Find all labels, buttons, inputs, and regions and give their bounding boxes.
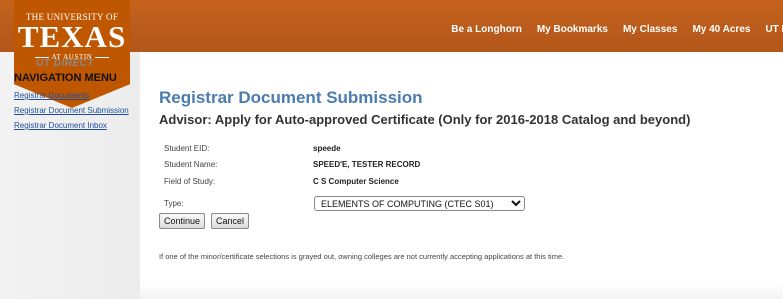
- grayed-out-note: If one of the minor/certificate selectio…: [159, 252, 565, 261]
- student-name-value: SPEED'E, TESTER RECORD: [313, 160, 421, 169]
- navigation-links: Registrar Documents Registrar Document S…: [14, 91, 132, 136]
- field-of-study-label: Field of Study:: [164, 177, 216, 186]
- field-of-study-value: C S Computer Science: [313, 177, 399, 186]
- sidebar-link-registrar-document-inbox[interactable]: Registrar Document Inbox: [14, 121, 132, 130]
- page-title: Registrar Document Submission: [159, 88, 423, 107]
- nav-my-bookmarks[interactable]: My Bookmarks: [537, 24, 608, 40]
- type-select[interactable]: ELEMENTS OF COMPUTING (CTEC S01): [314, 196, 525, 211]
- page-subtitle: Advisor: Apply for Auto-approved Certifi…: [159, 112, 691, 127]
- cancel-button[interactable]: Cancel: [211, 213, 250, 229]
- main-content: Registrar Document Submission Advisor: A…: [140, 52, 783, 299]
- nav-my-classes[interactable]: My Classes: [623, 24, 677, 40]
- sidebar-link-registrar-documents[interactable]: Registrar Documents: [14, 91, 132, 100]
- type-label: Type:: [164, 199, 184, 208]
- student-eid-label: Student EID:: [164, 144, 210, 153]
- top-navigation: Be a Longhorn My Bookmarks My Classes My…: [451, 24, 783, 40]
- nav-my-40-acres[interactable]: My 40 Acres: [692, 24, 750, 40]
- footer-shade: [140, 284, 783, 299]
- nav-be-a-longhorn[interactable]: Be a Longhorn: [451, 24, 522, 40]
- student-eid-value: speede: [313, 144, 341, 153]
- nav-ut-direct[interactable]: UT Dire: [765, 24, 783, 40]
- student-name-label: Student Name:: [164, 160, 218, 169]
- ut-direct-logo: UT DIRECT: [36, 58, 94, 69]
- sidebar-link-registrar-document-submission[interactable]: Registrar Document Submission: [14, 106, 132, 115]
- navigation-menu-title: NAVIGATION MENU: [14, 72, 117, 84]
- continue-button[interactable]: Continue: [159, 213, 206, 229]
- ut-direct-text: UT DIRECT: [36, 58, 94, 69]
- logo-line-2: TEXAS: [17, 19, 127, 54]
